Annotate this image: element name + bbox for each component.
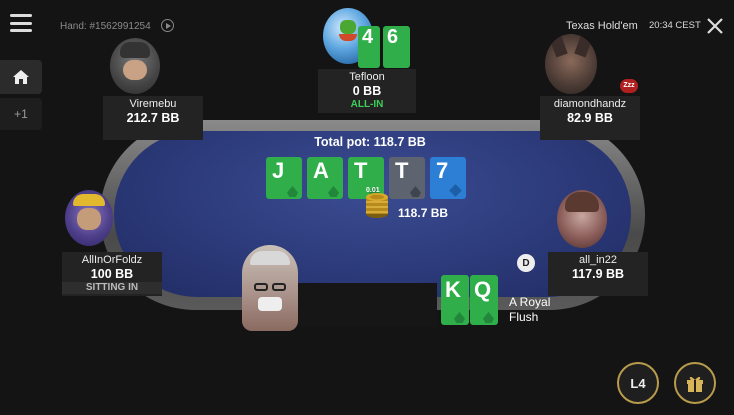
- seat-tefloon[interactable]: Tefloon 0 BB ALL-IN: [318, 69, 416, 113]
- community-card: A: [307, 157, 343, 199]
- player-stack: 82.9 BB: [567, 111, 613, 125]
- home-button[interactable]: [0, 60, 42, 94]
- add-table-button[interactable]: +1: [0, 98, 42, 130]
- player-name: AllInOrFoldz: [81, 254, 143, 266]
- hand-rank-line: A Royal: [509, 295, 551, 309]
- seat-viremebu[interactable]: Viremebu 212.7 BB: [103, 96, 203, 140]
- status-badge: SITTING IN: [62, 282, 162, 294]
- club-icon: [287, 186, 298, 197]
- card-rank: 6: [387, 26, 399, 48]
- avatar-allinorfoldz[interactable]: [65, 190, 113, 246]
- close-icon[interactable]: [705, 16, 725, 36]
- hero-card: Q: [470, 275, 498, 325]
- clock: 20:34 CEST: [649, 20, 701, 31]
- gift-button[interactable]: [674, 362, 716, 404]
- card-rank: T: [354, 158, 368, 183]
- replay-icon[interactable]: [161, 19, 174, 32]
- total-pot: Total pot: 118.7 BB: [314, 135, 426, 149]
- card-rank: 4: [362, 26, 374, 48]
- game-name: Texas Hold'em: [566, 20, 638, 32]
- community-card: 7: [430, 157, 466, 199]
- level-button[interactable]: L4: [617, 362, 659, 404]
- seat-diamondhandz[interactable]: diamondhandz 82.9 BB: [540, 96, 640, 140]
- player-name: Tefloon: [349, 71, 385, 83]
- seat-all-in22[interactable]: all_in22 117.9 BB: [548, 252, 648, 296]
- bet-amount: 118.7 BB: [398, 206, 449, 220]
- tefloon-card: 4: [358, 26, 380, 68]
- player-stack: 117.9 BB: [571, 267, 625, 281]
- card-rank: Q: [474, 277, 492, 302]
- hand-id: Hand: #1562991254: [60, 21, 151, 32]
- avatar-hero[interactable]: [242, 245, 298, 331]
- player-stack: 100 BB: [90, 267, 134, 281]
- sleeping-badge: Zzz: [620, 79, 638, 93]
- hero-card: K: [441, 275, 469, 325]
- menu-icon[interactable]: [10, 14, 32, 32]
- avatar-diamondhandz[interactable]: [545, 34, 597, 94]
- hand-rank-line: Flush: [509, 310, 539, 324]
- community-card: J: [266, 157, 302, 199]
- tefloon-card: 6: [383, 26, 410, 68]
- avatar-all-in22[interactable]: [557, 190, 607, 248]
- chip-value: 0.01: [366, 187, 380, 194]
- player-stack: 212.7 BB: [126, 111, 180, 125]
- home-icon: [13, 70, 29, 84]
- avatar-viremebu[interactable]: [110, 38, 160, 94]
- card-rank: A: [313, 158, 329, 183]
- hand-rank: A Royal Flush: [509, 295, 550, 325]
- spade-icon: [410, 186, 421, 197]
- diamond-icon: [449, 184, 462, 197]
- seat-allinorfoldz[interactable]: AllInOrFoldz 100 BB SITTING IN: [62, 252, 162, 296]
- card-rank: T: [395, 158, 409, 183]
- status-badge: ALL-IN: [350, 99, 384, 110]
- gift-icon: [687, 376, 703, 392]
- player-name: Viremebu: [129, 98, 177, 110]
- player-name: diamondhandz: [553, 98, 627, 110]
- card-rank: 7: [436, 158, 449, 183]
- level-label: L4: [630, 375, 646, 391]
- community-card: T: [389, 157, 425, 199]
- dealer-button: D: [517, 254, 535, 272]
- club-icon: [328, 186, 339, 197]
- club-icon: [483, 312, 494, 323]
- club-icon: [454, 312, 465, 323]
- card-rank: K: [445, 277, 461, 302]
- player-name: all_in22: [579, 254, 617, 266]
- player-stack: 0 BB: [352, 84, 382, 98]
- card-rank: J: [272, 158, 285, 183]
